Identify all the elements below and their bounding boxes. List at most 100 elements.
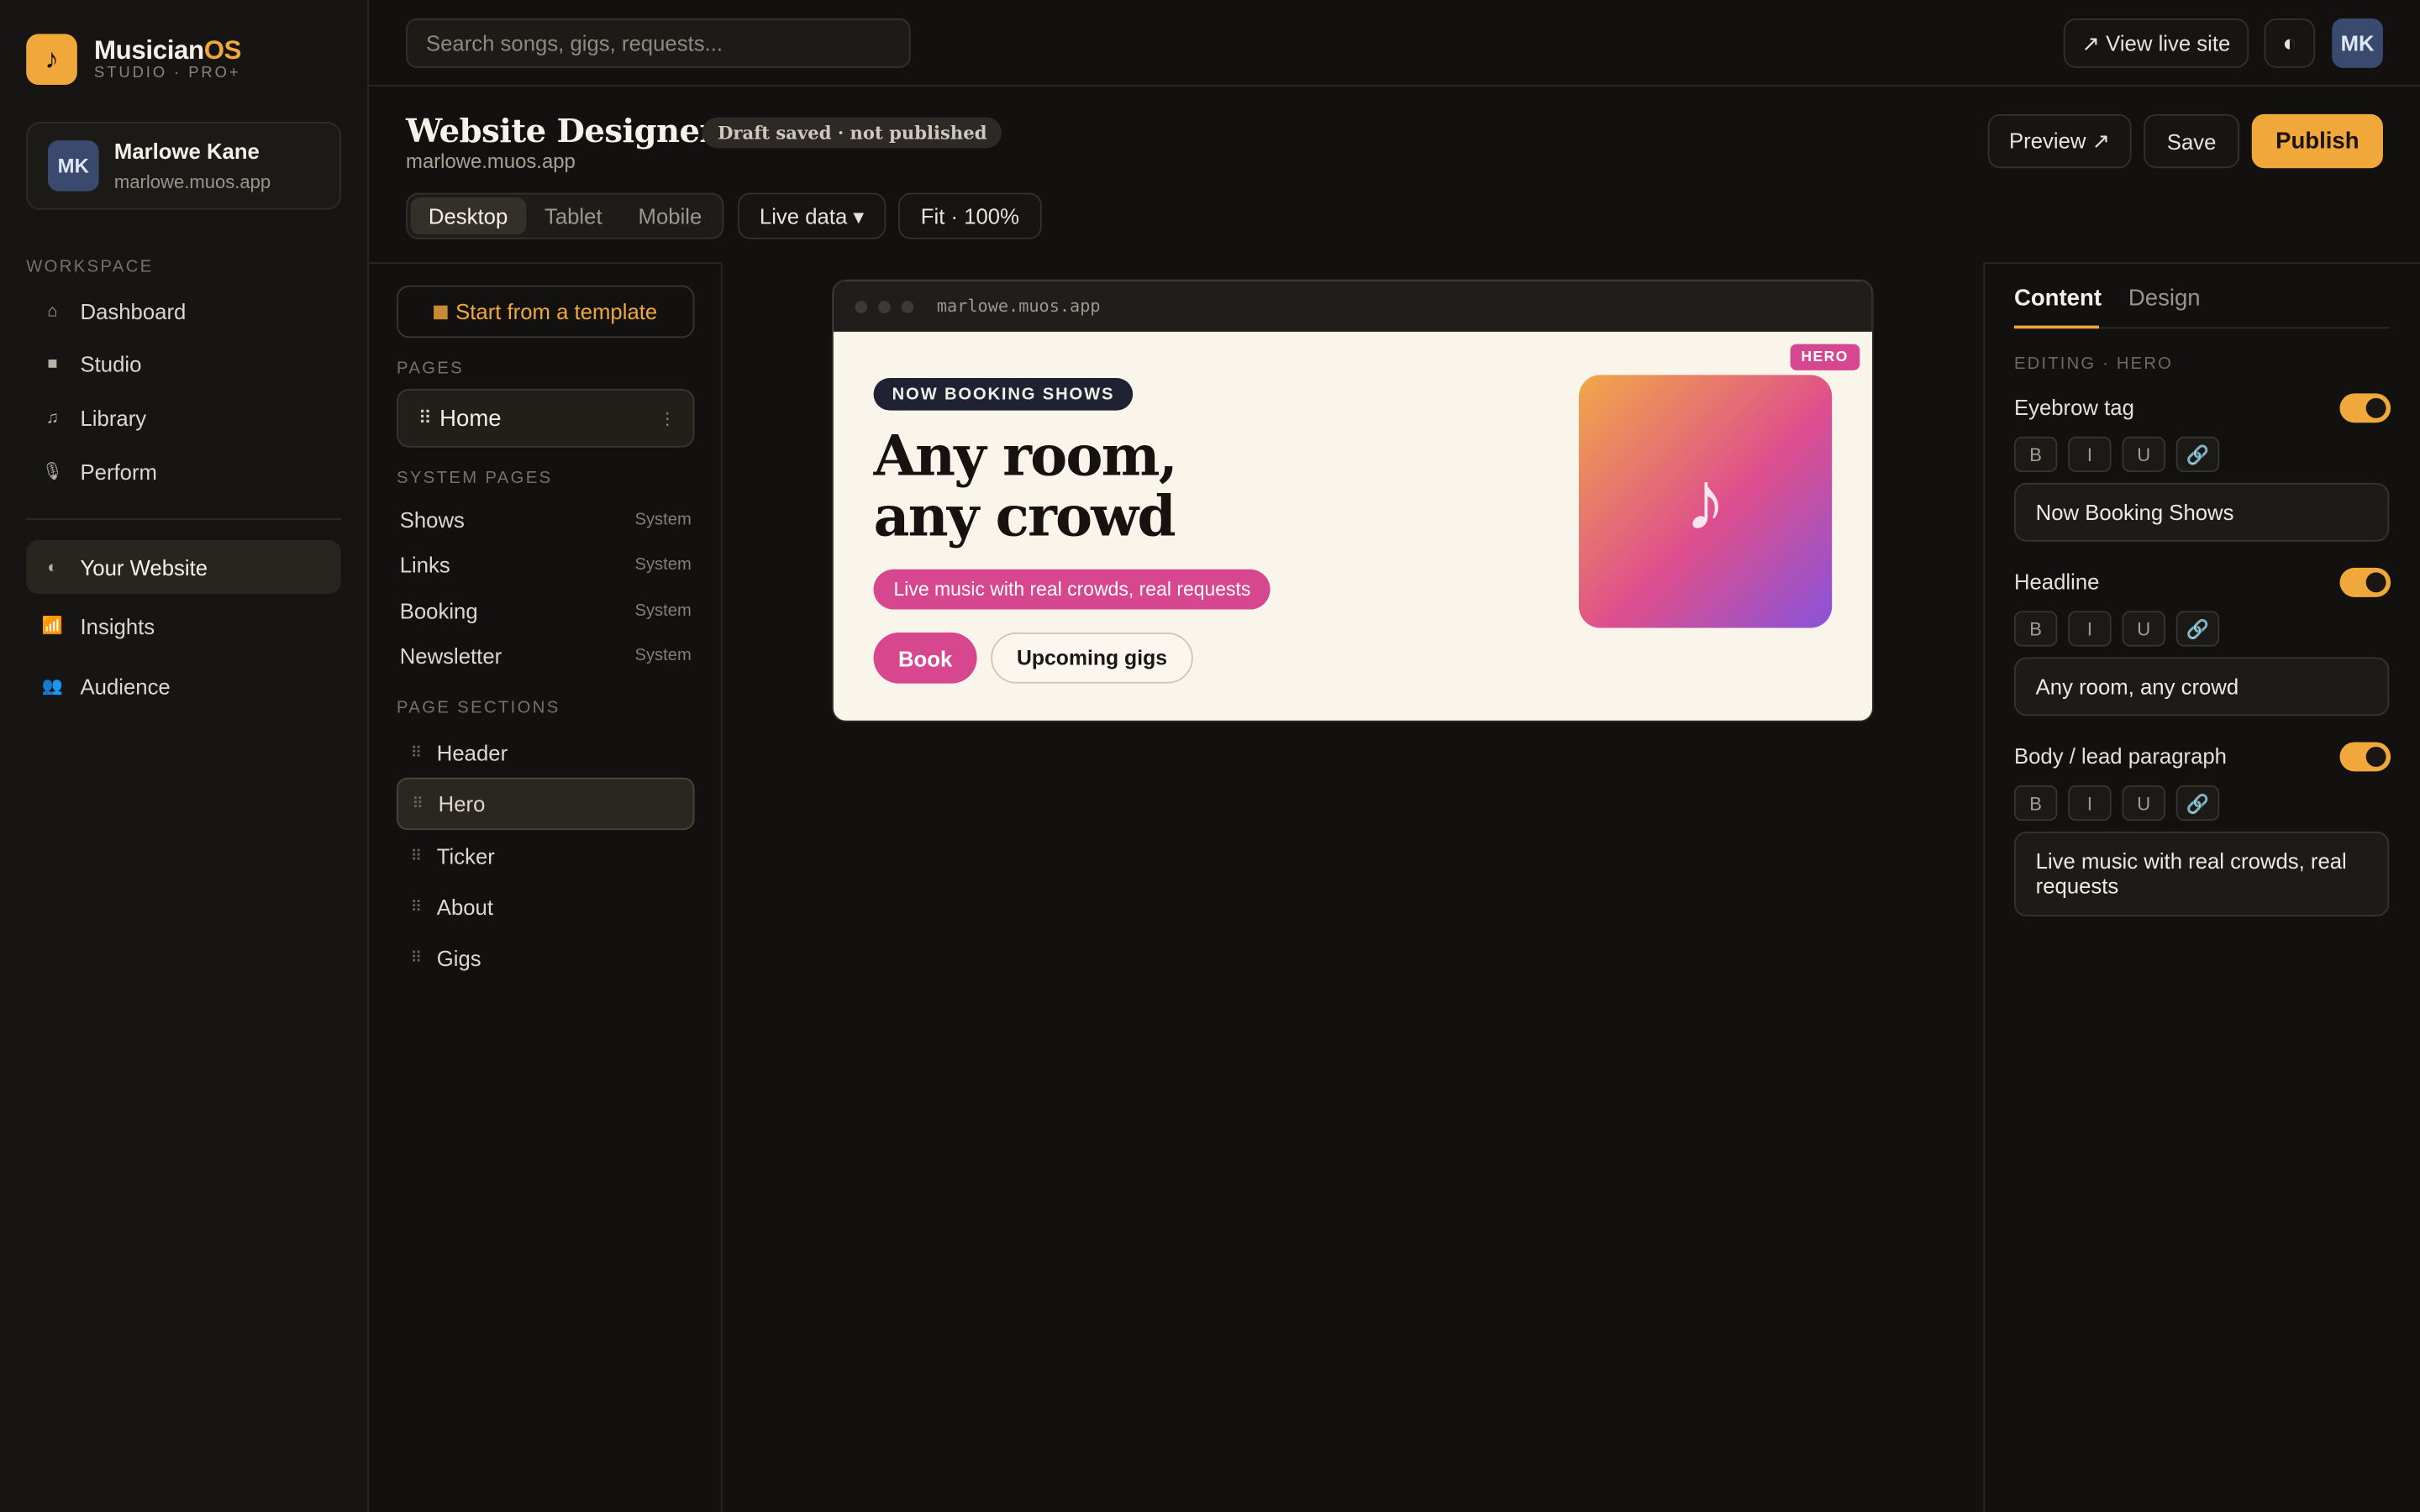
section-item-about[interactable]: ⠿ About: [397, 881, 694, 933]
view-live-site-button[interactable]: ↗ View live site: [2063, 18, 2249, 68]
publish-button[interactable]: Publish: [2251, 113, 2383, 169]
section-item-hero[interactable]: ⠿ Hero: [397, 777, 695, 831]
template-button-label: Start from a template: [455, 299, 658, 324]
save-button[interactable]: Save: [2144, 113, 2240, 169]
zoom-dropdown[interactable]: Fit · 100%: [897, 192, 1042, 239]
drag-handle-icon[interactable]: ⠿: [411, 899, 424, 916]
upcoming-gigs-button[interactable]: Upcoming gigs: [991, 633, 1193, 684]
window-dot-icon: [878, 300, 891, 312]
section-label: Gigs: [436, 945, 481, 971]
headline-toggle[interactable]: [2339, 567, 2391, 597]
eyebrow-field[interactable]: Now Booking Shows: [2013, 482, 2390, 542]
system-page-shows[interactable]: Shows System: [400, 507, 692, 532]
bold-button[interactable]: B: [2013, 785, 2058, 822]
window-dot-icon: [901, 300, 914, 312]
hero-eyebrow[interactable]: NOW BOOKING SHOWS: [873, 378, 1134, 411]
page-sections-label: PAGE SECTIONS: [397, 699, 560, 718]
people-icon: 👥: [41, 677, 64, 696]
body-toggle[interactable]: [2339, 742, 2391, 772]
sidebar-item-your-website[interactable]: ◐ Your Website: [26, 539, 341, 595]
drag-handle-icon[interactable]: ⠿: [411, 744, 424, 761]
start-template-button[interactable]: Start from a template: [397, 285, 695, 339]
preview-button[interactable]: Preview ↗: [1987, 113, 2132, 169]
headline-format-toolbar: B I U 🔗: [2013, 611, 2230, 647]
system-page-label: Booking: [399, 598, 478, 624]
more-options-icon[interactable]: ⋮: [659, 408, 676, 428]
sidebar-item-label: Insights: [80, 613, 155, 638]
italic-button[interactable]: I: [2068, 611, 2112, 647]
sidebar-item-studio[interactable]: ■ Studio: [26, 336, 341, 390]
section-item-gigs[interactable]: ⠿ Gigs: [397, 932, 694, 984]
sidebar-item-dashboard[interactable]: ⌂ Dashboard: [26, 284, 341, 338]
section-item-ticker[interactable]: ⠿ Ticker: [397, 830, 694, 882]
drag-handle-icon[interactable]: ⠿: [412, 795, 424, 812]
preview-url: marlowe.muos.app: [936, 296, 1101, 317]
device-desktop-button[interactable]: Desktop: [410, 197, 526, 235]
active-tab-underline: [2013, 325, 2099, 329]
body-format-toolbar: B I U 🔗: [2013, 785, 2230, 822]
profile-card[interactable]: MK Marlowe Kane marlowe.muos.app: [26, 122, 341, 210]
theme-toggle-icon[interactable]: ◐: [2264, 18, 2316, 68]
device-tablet-button[interactable]: Tablet: [526, 197, 621, 234]
sidebar-item-label: Audience: [80, 673, 171, 699]
browser-bar: marlowe.muos.app: [833, 281, 1872, 332]
drag-handle-icon[interactable]: ⠿: [418, 407, 432, 429]
profile-name: Marlowe Kane: [113, 139, 260, 164]
section-label: Header: [436, 740, 508, 766]
body-field[interactable]: Live music with real crowds, real reques…: [2013, 832, 2390, 917]
link-icon[interactable]: 🔗: [2175, 785, 2220, 822]
sidebar: ♪ MusicianOS STUDIO · PRO+ MK Marlowe Ka…: [0, 0, 369, 1512]
brand[interactable]: ♪ MusicianOS STUDIO · PRO+: [26, 34, 241, 86]
home-icon: ⌂: [47, 302, 58, 321]
system-page-links[interactable]: Links System: [400, 553, 692, 577]
sidebar-item-library[interactable]: ♫ Library: [26, 391, 341, 444]
headline-field[interactable]: Any room, any crowd: [2013, 657, 2390, 717]
link-icon[interactable]: 🔗: [2175, 436, 2220, 473]
italic-button[interactable]: I: [2068, 785, 2112, 822]
microphone-icon: 🎙: [41, 463, 64, 482]
sidebar-item-label: Perform: [80, 459, 157, 484]
italic-button[interactable]: I: [2068, 436, 2112, 473]
sidebar-item-perform[interactable]: 🎙 Perform: [26, 444, 341, 498]
tab-design[interactable]: Design: [2128, 286, 2201, 312]
eyebrow-toggle[interactable]: [2339, 393, 2391, 423]
sidebar-item-label: Your Website: [80, 554, 208, 580]
inspector-tabs: Content Design: [2013, 286, 2390, 329]
search-input[interactable]: [406, 18, 911, 68]
music-notes-icon: ♫: [45, 407, 60, 427]
profile-domain: marlowe.muos.app: [113, 171, 271, 193]
system-page-label: Newsletter: [399, 643, 502, 669]
link-icon[interactable]: 🔗: [2175, 611, 2220, 647]
hero-headline[interactable]: Any room, any crowd: [873, 427, 1276, 549]
headline-line: any crowd: [873, 484, 1176, 549]
bold-button[interactable]: B: [2013, 611, 2058, 647]
sidebar-item-audience[interactable]: 👥 Audience: [26, 659, 341, 712]
data-mode-dropdown[interactable]: Live data ▾: [737, 192, 886, 239]
site-preview-frame: marlowe.muos.app HERO NOW BOOKING SHOWS …: [832, 279, 1874, 722]
site-domain: marlowe.muos.app: [406, 150, 576, 173]
editing-label: EDITING · HERO: [2013, 354, 2174, 374]
sidebar-item-insights[interactable]: 📶 Insights: [26, 599, 341, 653]
bold-button[interactable]: B: [2013, 436, 2058, 473]
system-page-newsletter[interactable]: Newsletter System: [400, 643, 692, 668]
page-item-home[interactable]: ⠿ Home ⋮: [397, 388, 695, 448]
tab-content[interactable]: Content: [2014, 286, 2102, 312]
user-avatar[interactable]: MK: [2332, 18, 2383, 68]
hero-lead[interactable]: Live music with real crowds, real reques…: [873, 569, 1271, 610]
underline-button[interactable]: U: [2122, 611, 2165, 647]
device-mobile-button[interactable]: Mobile: [621, 197, 719, 234]
music-note-artwork-icon[interactable]: ♪: [1578, 375, 1833, 628]
system-page-booking[interactable]: Booking System: [400, 599, 692, 623]
section-item-header[interactable]: ⠿ Header: [397, 727, 694, 779]
half-circle-icon: ◐: [47, 557, 58, 577]
underline-button[interactable]: U: [2122, 785, 2165, 822]
book-button[interactable]: Book: [873, 633, 977, 684]
brand-subtitle: STUDIO · PRO+: [94, 65, 241, 82]
workspace-label: WORKSPACE: [26, 257, 154, 276]
section-label: Hero: [438, 791, 486, 816]
drag-handle-icon[interactable]: ⠿: [411, 950, 424, 967]
underline-button[interactable]: U: [2122, 436, 2165, 473]
sidebar-divider: [26, 518, 341, 520]
drag-handle-icon[interactable]: ⠿: [411, 848, 424, 864]
system-pages-label: SYSTEM PAGES: [397, 469, 553, 488]
